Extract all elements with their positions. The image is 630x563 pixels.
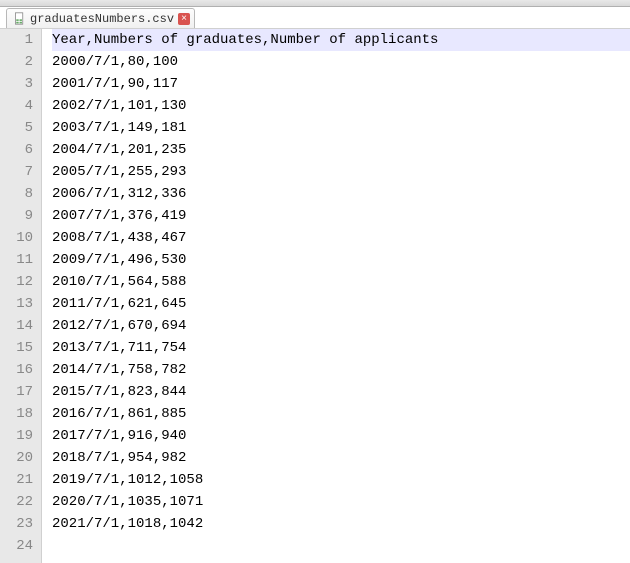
line-number: 12	[0, 271, 33, 293]
line-number: 6	[0, 139, 33, 161]
line-number: 21	[0, 469, 33, 491]
editor-line[interactable]: 2016/7/1,861,885	[52, 403, 630, 425]
editor-line[interactable]: 2014/7/1,758,782	[52, 359, 630, 381]
line-number: 24	[0, 535, 33, 557]
line-number: 13	[0, 293, 33, 315]
toolbar	[0, 0, 630, 7]
line-number: 19	[0, 425, 33, 447]
tab-bar: graduatesNumbers.csv ×	[0, 7, 630, 29]
editor-line[interactable]: 2010/7/1,564,588	[52, 271, 630, 293]
editor-line[interactable]: 2004/7/1,201,235	[52, 139, 630, 161]
file-tab[interactable]: graduatesNumbers.csv ×	[6, 8, 195, 28]
editor-line[interactable]: 2017/7/1,916,940	[52, 425, 630, 447]
editor-content[interactable]: Year,Numbers of graduates,Number of appl…	[42, 29, 630, 563]
editor[interactable]: 123456789101112131415161718192021222324 …	[0, 29, 630, 563]
line-number: 1	[0, 29, 33, 51]
editor-line[interactable]: 2018/7/1,954,982	[52, 447, 630, 469]
line-number: 10	[0, 227, 33, 249]
editor-line[interactable]: 2006/7/1,312,336	[52, 183, 630, 205]
editor-line[interactable]: 2019/7/1,1012,1058	[52, 469, 630, 491]
line-number: 9	[0, 205, 33, 227]
editor-line[interactable]: 2002/7/1,101,130	[52, 95, 630, 117]
line-number: 15	[0, 337, 33, 359]
line-number: 4	[0, 95, 33, 117]
line-number: 8	[0, 183, 33, 205]
line-number: 20	[0, 447, 33, 469]
line-number: 7	[0, 161, 33, 183]
line-number: 3	[0, 73, 33, 95]
editor-line[interactable]: 2020/7/1,1035,1071	[52, 491, 630, 513]
line-number: 17	[0, 381, 33, 403]
editor-line[interactable]: 2000/7/1,80,100	[52, 51, 630, 73]
line-number-gutter: 123456789101112131415161718192021222324	[0, 29, 42, 563]
editor-line[interactable]: 2009/7/1,496,530	[52, 249, 630, 271]
editor-line[interactable]: 2012/7/1,670,694	[52, 315, 630, 337]
editor-line[interactable]: Year,Numbers of graduates,Number of appl…	[52, 29, 630, 51]
close-icon[interactable]: ×	[178, 13, 190, 25]
editor-line[interactable]: 2003/7/1,149,181	[52, 117, 630, 139]
editor-line[interactable]: 2007/7/1,376,419	[52, 205, 630, 227]
editor-line[interactable]: 2008/7/1,438,467	[52, 227, 630, 249]
editor-line[interactable]: 2021/7/1,1018,1042	[52, 513, 630, 535]
editor-line[interactable]: 2001/7/1,90,117	[52, 73, 630, 95]
editor-line[interactable]: 2015/7/1,823,844	[52, 381, 630, 403]
editor-line[interactable]	[52, 535, 630, 557]
line-number: 11	[0, 249, 33, 271]
editor-line[interactable]: 2013/7/1,711,754	[52, 337, 630, 359]
file-icon	[13, 12, 26, 25]
line-number: 22	[0, 491, 33, 513]
line-number: 23	[0, 513, 33, 535]
line-number: 5	[0, 117, 33, 139]
editor-line[interactable]: 2011/7/1,621,645	[52, 293, 630, 315]
line-number: 2	[0, 51, 33, 73]
line-number: 14	[0, 315, 33, 337]
editor-line[interactable]: 2005/7/1,255,293	[52, 161, 630, 183]
line-number: 16	[0, 359, 33, 381]
line-number: 18	[0, 403, 33, 425]
tab-filename: graduatesNumbers.csv	[30, 12, 174, 26]
